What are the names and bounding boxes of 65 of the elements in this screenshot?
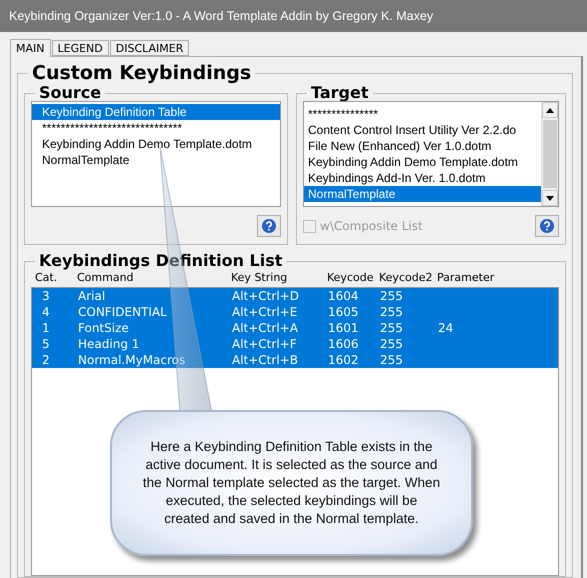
help-button[interactable] xyxy=(535,215,559,237)
table-cell-text: 1604 xyxy=(327,288,360,304)
down-arrow-icon xyxy=(546,196,554,200)
list-item[interactable]: Keybindings Add-In Ver. 1.0.dotm xyxy=(304,170,541,186)
column-header[interactable]: Key String xyxy=(225,269,321,287)
table-cell-text: FontSize xyxy=(77,320,130,336)
list-item[interactable]: Keybinding Addin Demo Template.dotm xyxy=(32,136,280,152)
table-cell-text: Alt+Ctrl+E xyxy=(231,304,298,320)
table-row[interactable]: 5 Heading 1 Alt+Ctrl+F 1606 255 xyxy=(32,336,558,352)
table-cell-text: 1602 xyxy=(327,352,360,368)
tab[interactable]: DISCLAIMER xyxy=(110,40,190,56)
group-title: Keybindings Definition List xyxy=(38,253,284,269)
tab[interactable]: MAIN xyxy=(10,39,50,57)
tab[interactable]: LEGEND xyxy=(52,40,109,56)
table-cell-text: Alt+Ctrl+A xyxy=(231,320,299,336)
table-cell-text: Normal.MyMacros xyxy=(77,352,186,368)
table-cell-text: Alt+Ctrl+D xyxy=(231,288,300,304)
group-title: Custom Keybindings xyxy=(31,64,252,83)
column-header[interactable]: Cat. xyxy=(31,269,71,287)
table-row[interactable]: 4 CONFIDENTIAL Alt+Ctrl+E 1605 255 xyxy=(32,304,558,320)
list-item[interactable]: File New (Enhanced) Ver 1.0.dotm xyxy=(304,138,541,154)
table-cell-text: 1605 xyxy=(327,304,360,320)
callout-text: Here a Keybinding Definition Table exists in the active document. It is selected as the source and the Normal template selected as the target. When executed, the selected keybindings will be created and saved in the Normal template. xyxy=(142,438,441,528)
table-cell-text: Alt+Ctrl+F xyxy=(231,336,298,352)
help-button[interactable] xyxy=(257,215,281,237)
table-row[interactable]: 2 Normal.MyMacros Alt+Ctrl+B 1602 255 xyxy=(32,352,558,368)
list-item[interactable]: Keybinding Addin Demo Template.dotm xyxy=(304,154,541,170)
table-cell-text: 1606 xyxy=(327,336,360,352)
list-item[interactable]: Content Control Insert Utility Ver 2.2.do xyxy=(304,122,541,138)
list-item[interactable]: NormalTemplate xyxy=(304,186,541,202)
table-row[interactable]: 1 FontSize Alt+Ctrl+A 1601 255 24 xyxy=(32,320,558,336)
list-item[interactable]: *************** xyxy=(304,106,541,122)
list-item[interactable]: Keybinding Definition Table xyxy=(32,104,280,120)
column-header[interactable]: Parameter xyxy=(431,269,559,287)
table-cell-text: 255 xyxy=(379,320,404,336)
table-cell-text: 2 xyxy=(41,352,51,368)
list-item[interactable]: NormalTemplate xyxy=(32,152,280,168)
table-cell-text: 255 xyxy=(379,304,404,320)
group-title: Target xyxy=(310,85,370,101)
target-list[interactable]: *************** Content Control Insert Utility Ver 2.2.do File New (Enhanced) Ver 1.0.dotm Keybinding Addin Demo Template.dotm Keybindings Add-In Ver. 1.0.dotm NormalTemplate xyxy=(303,101,559,207)
table-cell-text: 24 xyxy=(437,320,454,336)
column-header[interactable]: Keycode2 xyxy=(373,269,431,287)
table-cell-text: Alt+Ctrl+B xyxy=(231,352,299,368)
table-cell-text: CONFIDENTIAL xyxy=(77,304,168,320)
table-cell-text: 3 xyxy=(41,288,51,304)
group-title: Source xyxy=(38,85,102,101)
table-cell-text: 1601 xyxy=(327,320,360,336)
table-cell-text: 255 xyxy=(379,352,404,368)
table-row[interactable]: 3 Arial Alt+Ctrl+D 1604 255 xyxy=(32,288,558,304)
source-list[interactable]: Keybinding Definition Table ****************************** Keybinding Addin Demo Template.dotm NormalTemplate xyxy=(31,101,281,207)
table-cell-text: 5 xyxy=(41,336,51,352)
list-item[interactable]: ****************************** xyxy=(32,120,280,136)
column-header[interactable]: Keycode xyxy=(321,269,373,287)
table-cell-text: 1 xyxy=(41,320,51,336)
table-cell-text: 4 xyxy=(41,304,51,320)
column-header[interactable]: Command xyxy=(71,269,225,287)
table-cell-text: Heading 1 xyxy=(77,336,140,352)
table-cell-text: 255 xyxy=(379,288,404,304)
help-icon xyxy=(540,219,554,233)
help-icon xyxy=(262,219,276,233)
up-arrow-icon xyxy=(546,108,554,112)
window-title: Keybinding Organizer Ver:1.0 - A Word Template Addin by Gregory K. Maxey xyxy=(0,0,587,32)
table-cell-text: 255 xyxy=(379,336,404,352)
table-cell-text: Arial xyxy=(77,288,106,304)
scrollbar[interactable] xyxy=(541,102,558,206)
